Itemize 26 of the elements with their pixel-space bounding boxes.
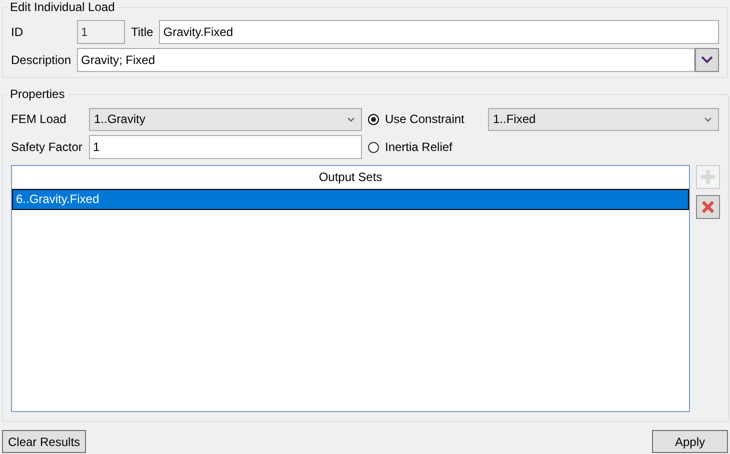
chevron-down-icon: [704, 116, 712, 122]
field-label: FEM Load: [11, 112, 68, 126]
safety-factor-field[interactable]: 1: [89, 135, 362, 159]
chevron-down-icon: [700, 55, 714, 65]
option-label: Use Constraint: [385, 112, 464, 126]
plus-icon: [700, 169, 716, 185]
dropdown-button[interactable]: [695, 48, 719, 72]
clear-results-button[interactable]: Clear Results: [2, 430, 86, 453]
fem-load-dropdown[interactable]: 1..Gravity: [89, 108, 362, 130]
group-title: Properties: [9, 87, 66, 101]
group-title: Edit Individual Load: [9, 0, 116, 14]
chevron-down-icon: [347, 116, 355, 122]
radio-button[interactable]: [368, 114, 379, 124]
apply-button[interactable]: Apply: [652, 430, 728, 453]
close-icon: [701, 200, 715, 214]
field-label: Title: [131, 25, 154, 39]
title-field[interactable]: Gravity.Fixed: [159, 20, 719, 44]
constraint-dropdown[interactable]: 1..Fixed: [488, 108, 719, 130]
list-item[interactable]: 6..Gravity.Fixed: [12, 189, 689, 210]
description-field[interactable]: Gravity; Fixed: [77, 48, 695, 72]
field-label: Description: [11, 53, 72, 67]
field-label: ID: [11, 25, 24, 39]
delete-button[interactable]: [696, 195, 720, 219]
field-label: Safety Factor: [11, 140, 84, 154]
option-label: Inertia Relief: [385, 140, 452, 154]
radio-button[interactable]: [368, 142, 379, 152]
